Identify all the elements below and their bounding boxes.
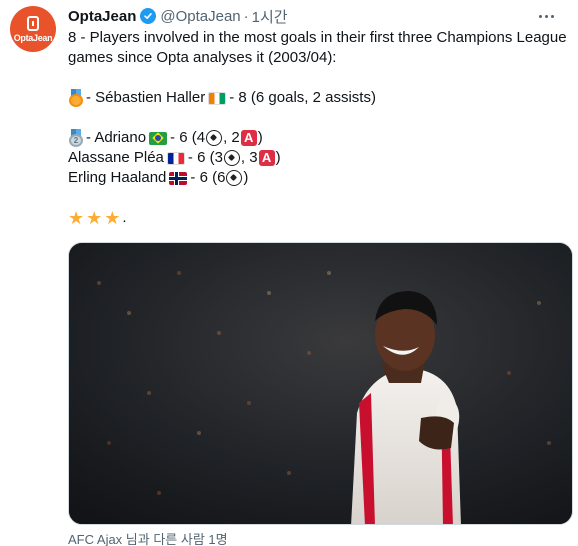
display-name[interactable]: OptaJean: [68, 8, 136, 25]
tagged-users-text: AFC Ajax 님과 다른 사람 1명: [68, 532, 228, 546]
haller-text-a: - Sébastien Haller: [86, 89, 206, 106]
more-dot-icon: [544, 14, 548, 18]
plea-text-a: Alassane Pléa: [68, 149, 164, 166]
avatar[interactable]: OptaJean: [10, 6, 56, 52]
plea-line: Alassane Pléa - 6 (3 , 3 A ): [68, 148, 566, 168]
gold-medal-icon: [68, 89, 84, 107]
adriano-text-b: - 6 (4: [170, 129, 206, 146]
haller-line: - Sébastien Haller - 8 (6 goals, 2 assis…: [68, 88, 566, 108]
plea-text-b: - 6 (3: [187, 149, 223, 166]
haller-text-b: - 8 (6 goals, 2 assists): [229, 89, 376, 106]
soccer-ball-icon: [223, 150, 240, 166]
verified-badge-icon: [140, 8, 157, 24]
tweet-text: 8 - Players involved in the most goals i…: [68, 28, 567, 228]
silver-medal-icon: 2: [68, 129, 84, 147]
ivory-coast-flag-icon: [208, 91, 227, 105]
tweet-timestamp[interactable]: 1시간: [252, 6, 288, 27]
tweet-header: OptaJean @OptaJean · 1시간: [68, 6, 566, 26]
brazil-flag-icon: [149, 131, 168, 145]
tweet-line-1: 8 - Players involved in the most goals i…: [68, 29, 567, 46]
adriano-text-c: , 2: [223, 129, 240, 146]
france-flag-icon: [166, 151, 185, 165]
adriano-line: 2 - Adriano - 6 (4 , 2 A ): [68, 128, 566, 148]
stars-line: ★ ★ ★ .: [68, 208, 566, 228]
haaland-text-c: ): [243, 169, 249, 186]
player-photo-image: [69, 243, 572, 524]
tweet-photo[interactable]: [68, 242, 573, 525]
haaland-line: Erling Haaland - 6 (6 ): [68, 168, 566, 188]
star-icon: ★: [104, 208, 121, 228]
adriano-text-a: - Adriano: [86, 129, 147, 146]
soccer-ball-icon: [206, 130, 223, 146]
norway-flag-icon: [169, 171, 188, 185]
user-handle[interactable]: @OptaJean: [160, 8, 240, 25]
avatar-label: OptaJean: [13, 32, 53, 43]
silver-medal-number: 2: [69, 134, 83, 147]
plea-text-c: , 3: [240, 149, 258, 166]
haaland-text-a: Erling Haaland: [68, 169, 167, 186]
tagged-users[interactable]: AFC Ajax 님과 다른 사람 1명: [68, 529, 228, 546]
assist-a-icon: A: [258, 150, 275, 166]
tweet-line-2: games since Opta analyses it (2003/04):: [68, 49, 337, 66]
assist-a-icon: A: [240, 130, 257, 146]
star-icon: ★: [86, 208, 103, 228]
haaland-text-b: - 6 (6: [190, 169, 226, 186]
soccer-ball-icon: [226, 170, 243, 186]
more-dot-icon: [538, 14, 542, 18]
opta-logo-icon: [27, 15, 39, 31]
adriano-text-d: ): [257, 129, 263, 146]
plea-text-d: ): [275, 149, 281, 166]
separator-dot: ·: [243, 7, 249, 25]
more-dot-icon: [550, 14, 554, 18]
more-options-button[interactable]: [534, 6, 558, 26]
star-icon: ★: [68, 208, 85, 228]
stars-suffix: .: [122, 209, 127, 226]
